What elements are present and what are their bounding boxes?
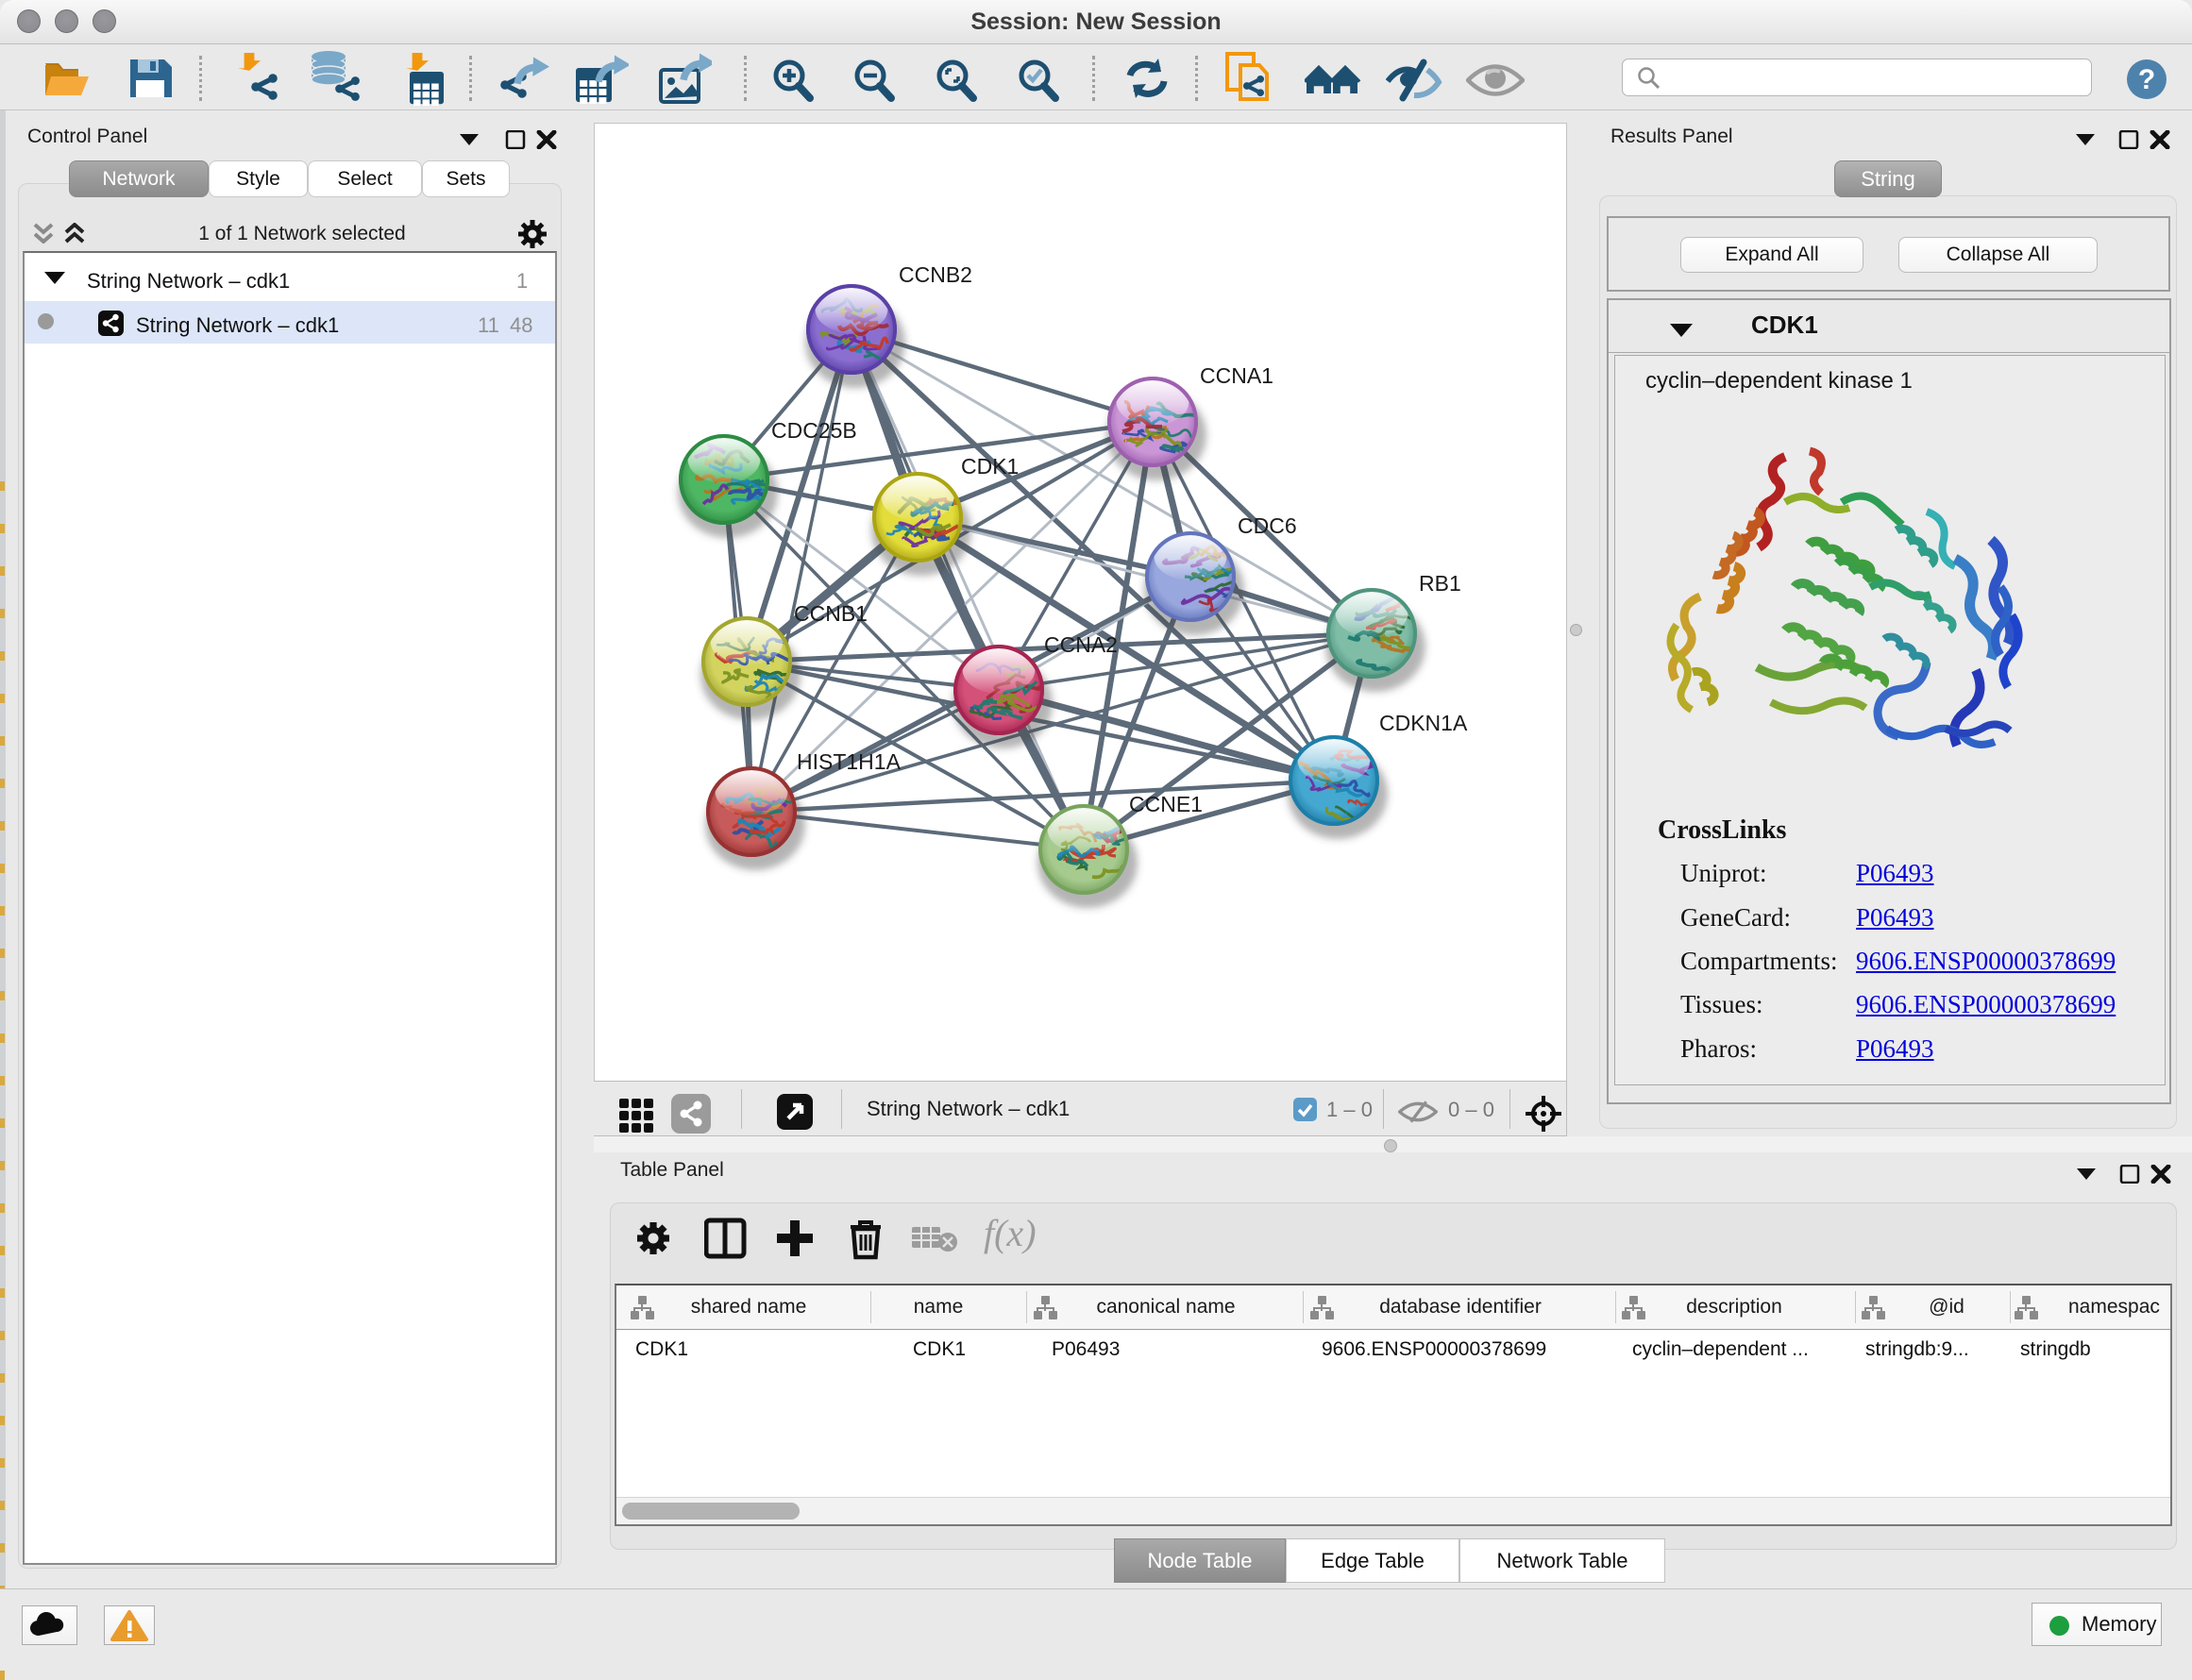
- svg-text:CDC6: CDC6: [1238, 513, 1297, 538]
- svg-text:CDKN1A: CDKN1A: [1379, 711, 1468, 735]
- svg-text:HIST1H1A: HIST1H1A: [797, 749, 902, 774]
- svg-text:CCNA2: CCNA2: [1044, 632, 1118, 657]
- svg-text:CDC25B: CDC25B: [771, 418, 857, 443]
- svg-text:?: ?: [2138, 64, 2155, 95]
- svg-text:CCNE1: CCNE1: [1129, 792, 1203, 816]
- svg-text:RB1: RB1: [1419, 571, 1461, 596]
- svg-text:CCNB1: CCNB1: [794, 601, 868, 626]
- svg-text:CCNB2: CCNB2: [899, 262, 972, 287]
- svg-text:CCNA1: CCNA1: [1200, 363, 1273, 388]
- svg-text:CDK1: CDK1: [961, 454, 1019, 479]
